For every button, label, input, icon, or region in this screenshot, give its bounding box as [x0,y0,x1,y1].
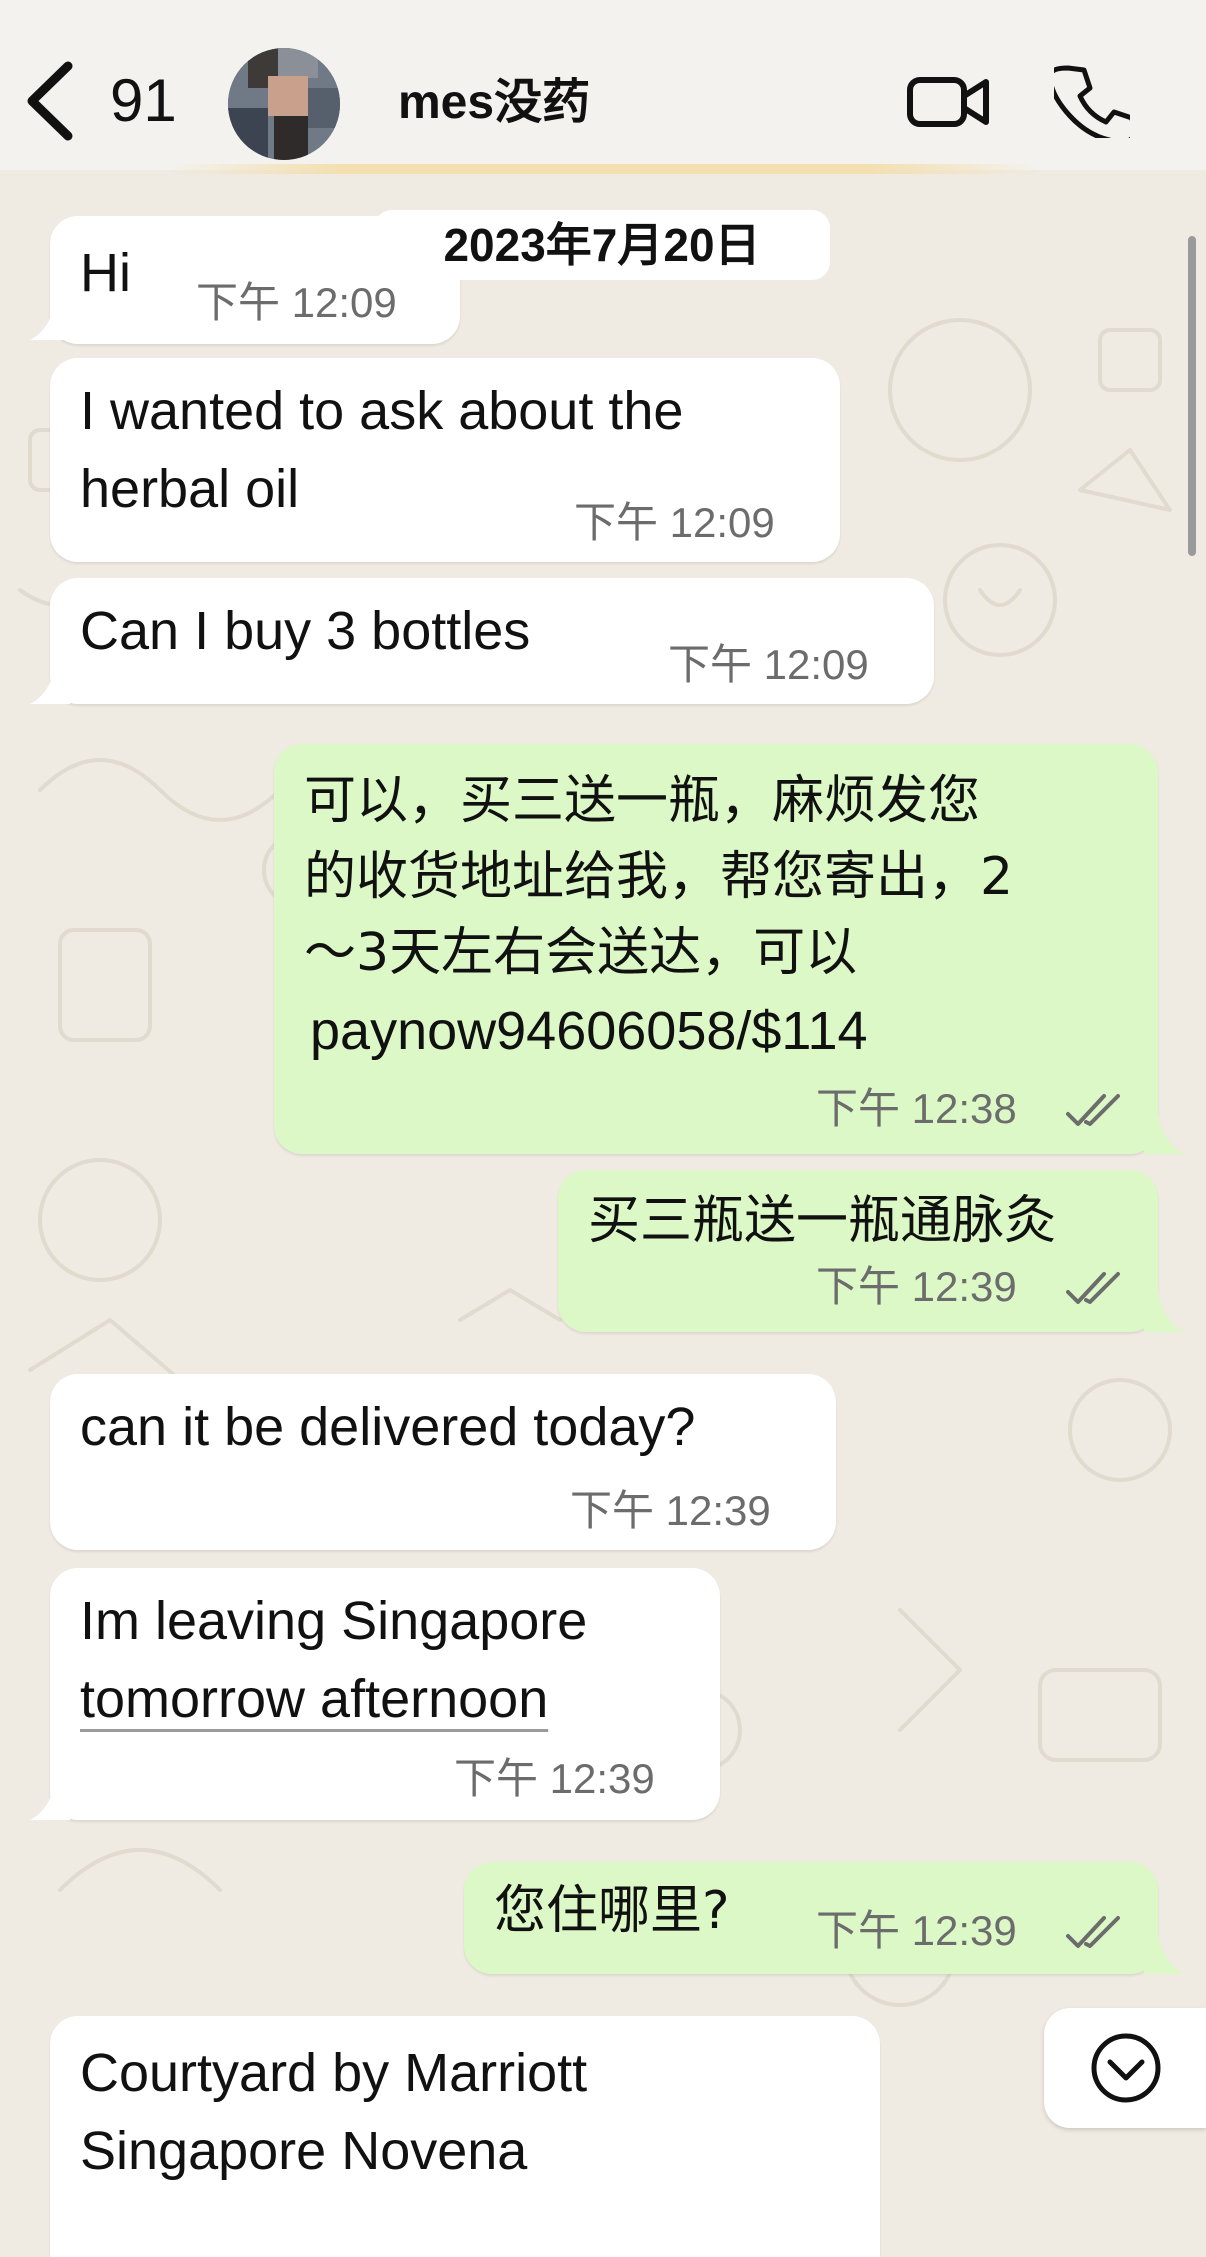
message-text: 买三瓶送一瓶通脉灸 [588,1191,1057,1251]
avatar-image [228,48,340,160]
message-time: 下午 12:39 [454,1755,655,1802]
contact-name[interactable]: mes没药 [398,72,590,134]
double-check-icon [1066,1094,1120,1126]
double-check-icon [1066,1272,1120,1304]
message-text: paynow94606058/$114 [310,1001,868,1061]
chat-header: 91 mes没药 [0,0,1206,174]
message-time: 下午 12:09 [574,499,775,546]
message-text: can it be delivered today? [80,1397,696,1457]
scroll-indicator[interactable] [1188,236,1196,556]
message-time: 下午 12:38 [816,1085,1017,1132]
message-text: Courtyard by Marriott [80,2043,588,2103]
chevron-left-icon[interactable] [20,58,80,144]
bubble-tail [1144,1292,1184,1332]
message-text: ～3天左右会送达，可以 [304,923,858,983]
bubble-tail [30,300,70,340]
message-time: 下午 12:39 [570,1487,771,1534]
message-text: 您住哪里? [494,1881,730,1941]
message-bubble-outgoing[interactable]: 买三瓶送一瓶通脉灸 下午 12:39 [558,1170,1158,1332]
message-bubble-incoming[interactable]: Im leaving Singapore tomorrow afternoon … [50,1568,720,1820]
message-text: herbal oil [80,459,300,519]
message-time: 下午 12:09 [196,279,397,326]
message-bubble-incoming[interactable]: can it be delivered today? 下午 12:39 [50,1374,836,1550]
header-accent [170,164,1040,174]
message-text: I wanted to ask about the [80,381,684,441]
message-bubble-outgoing[interactable]: 您住哪里? 下午 12:39 [464,1862,1158,1974]
message-time: 下午 12:39 [816,1263,1017,1310]
message-bubble-incoming[interactable]: I wanted to ask about the herbal oil 下午 … [50,358,840,562]
unread-count[interactable]: 91 [110,58,177,144]
phone-icon[interactable] [1054,62,1130,138]
message-bubble-incoming[interactable]: Can I buy 3 bottles 下午 12:09 [50,578,934,704]
bubble-tail [30,1780,70,1820]
message-text: Im leaving Singapore [80,1591,588,1651]
message-bubble-outgoing[interactable]: 可以，买三送一瓶，麻烦发您 的收货地址给我，帮您寄出，2 ～3天左右会送达，可以… [274,744,1158,1154]
message-text: Hi [80,243,131,303]
message-text: 的收货地址给我，帮您寄出，2 [304,847,1014,907]
message-text: 可以，买三送一瓶，麻烦发您 [304,771,981,831]
double-check-icon [1066,1916,1120,1948]
video-camera-icon[interactable] [906,68,990,136]
bubble-tail [30,664,70,704]
message-time: 下午 12:09 [668,641,869,688]
message-text: Singapore Novena [80,2121,528,2181]
scroll-to-bottom-button[interactable] [1044,2008,1206,2128]
message-bubble-incoming[interactable]: Courtyard by Marriott Singapore Novena [50,2016,880,2257]
date-divider: 2023年7月20日 [374,210,830,280]
message-time: 下午 12:39 [816,1907,1017,1954]
bubble-tail [1144,1934,1184,1974]
chevron-down-circle-icon [1091,2033,1161,2103]
avatar[interactable] [228,48,340,160]
bubble-tail [1144,1114,1184,1154]
message-text-link[interactable]: tomorrow afternoon [80,1660,548,1738]
message-text: Can I buy 3 bottles [80,601,531,661]
